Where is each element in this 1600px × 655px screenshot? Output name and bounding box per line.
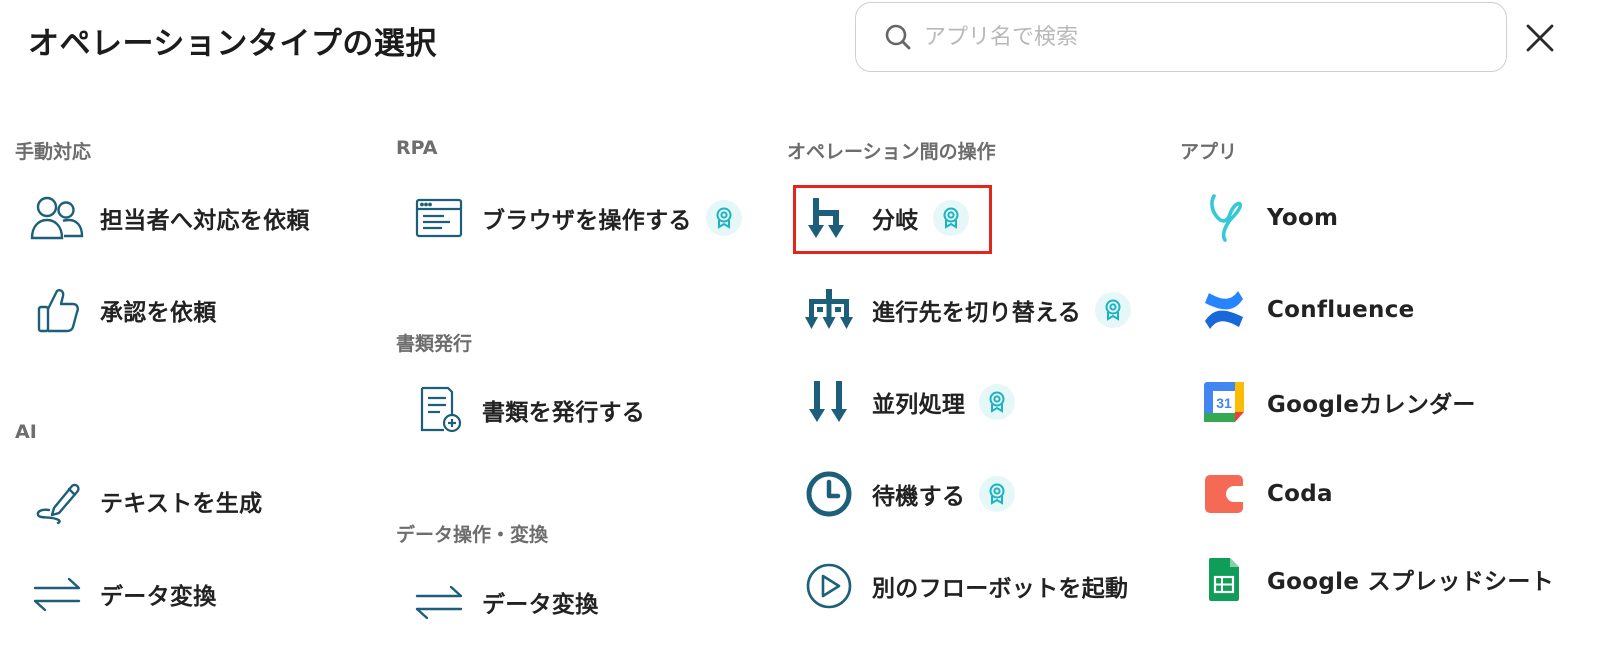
- close-icon[interactable]: [1522, 20, 1558, 56]
- operation-item-data-transform-ai[interactable]: データ変換: [28, 562, 217, 626]
- parallel-icon: [800, 375, 858, 429]
- section-label-rpa: RPA: [396, 137, 438, 159]
- app-label: Confluence: [1267, 297, 1415, 323]
- people-icon: [28, 191, 86, 245]
- operation-item-request-assignee[interactable]: 担当者へ対応を依頼: [28, 186, 310, 250]
- operation-label: 待機する: [872, 484, 966, 510]
- app-item-google-calendar[interactable]: 31 Googleカレンダー: [1195, 370, 1476, 434]
- operation-label: データ変換: [100, 584, 217, 610]
- operation-item-issue-document[interactable]: 書類を発行する: [410, 378, 645, 442]
- app-item-google-sheets[interactable]: Google スプレッドシート: [1195, 547, 1554, 611]
- confluence-logo-icon: [1195, 283, 1253, 337]
- document-add-icon: [410, 383, 468, 437]
- app-label: Google スプレッドシート: [1267, 569, 1554, 595]
- operation-item-request-approval[interactable]: 承認を依頼: [28, 278, 217, 342]
- app-item-yoom[interactable]: Yoom: [1195, 186, 1338, 250]
- search-box[interactable]: [855, 2, 1507, 72]
- operation-item-browser[interactable]: ブラウザを操作する: [410, 186, 742, 250]
- pen-icon: [28, 474, 86, 528]
- app-label: Coda: [1267, 481, 1333, 507]
- award-badge-icon: [705, 200, 742, 236]
- section-label-manual: 手動対応: [15, 141, 92, 163]
- switch-route-icon: [800, 283, 858, 337]
- transform-arrows-icon: [410, 575, 468, 629]
- operation-label: 書類を発行する: [482, 400, 646, 426]
- page-title: オペレーションタイプの選択: [28, 26, 437, 62]
- operation-item-switch-route[interactable]: 進行先を切り替える: [800, 278, 1132, 342]
- award-badge-icon: [979, 384, 1016, 420]
- section-label-apps: アプリ: [1180, 141, 1238, 163]
- operation-label: テキストを生成: [100, 491, 263, 517]
- operation-item-wait[interactable]: 待機する: [800, 462, 1016, 526]
- award-badge-icon: [1095, 292, 1132, 328]
- operation-item-data-transform[interactable]: データ変換: [410, 570, 599, 634]
- app-item-coda[interactable]: Coda: [1195, 462, 1333, 526]
- thumbs-up-icon: [28, 283, 86, 337]
- app-label: Yoom: [1267, 205, 1339, 231]
- play-circle-icon: [800, 559, 858, 613]
- selected-item-highlight: [793, 185, 992, 254]
- operation-item-launch-flowbot[interactable]: 別のフローボットを起動: [800, 554, 1128, 618]
- yoom-logo-icon: [1195, 191, 1253, 245]
- section-label-ai: AI: [15, 421, 37, 443]
- section-label-data-ops: データ操作・変換: [396, 524, 549, 546]
- section-label-documents: 書類発行: [396, 333, 473, 355]
- search-icon: [885, 24, 911, 50]
- operation-item-parallel[interactable]: 並列処理: [800, 370, 1016, 434]
- operation-label: 並列処理: [872, 392, 966, 418]
- search-input[interactable]: [924, 24, 1484, 50]
- operation-item-generate-text[interactable]: テキストを生成: [28, 469, 262, 533]
- award-badge-icon: [979, 476, 1016, 512]
- operation-label: データ変換: [482, 592, 599, 618]
- google-calendar-icon: 31: [1195, 375, 1253, 429]
- operation-label: ブラウザを操作する: [482, 208, 692, 234]
- operation-label: 担当者へ対応を依頼: [100, 208, 310, 234]
- operation-label: 承認を依頼: [100, 300, 217, 326]
- app-label: Googleカレンダー: [1267, 392, 1476, 418]
- coda-logo-icon: [1195, 467, 1253, 521]
- operation-label: 別のフローボットを起動: [872, 576, 1129, 602]
- browser-icon: [410, 191, 468, 245]
- clock-icon: [800, 467, 858, 521]
- operation-label: 進行先を切り替える: [872, 300, 1082, 326]
- calendar-day-number: 31: [1216, 395, 1232, 411]
- section-label-operations: オペレーション間の操作: [787, 141, 996, 163]
- google-sheets-icon: [1195, 552, 1253, 606]
- transform-arrows-icon: [28, 567, 86, 621]
- app-item-confluence[interactable]: Confluence: [1195, 278, 1415, 342]
